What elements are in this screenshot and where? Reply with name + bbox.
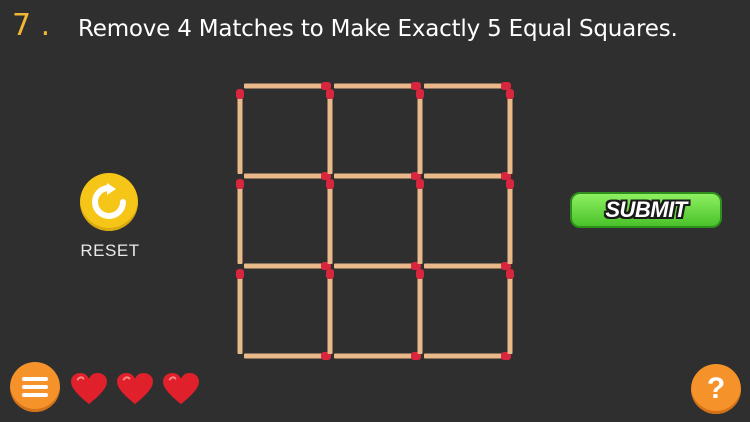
- submit-button[interactable]: SUBMIT: [570, 192, 722, 228]
- match-h-3-0[interactable]: [244, 352, 331, 360]
- match-v-0-2[interactable]: [416, 89, 424, 174]
- submit-label: SUBMIT: [605, 197, 687, 222]
- hamburger-menu-icon: [22, 377, 48, 397]
- match-v-1-0[interactable]: [236, 179, 244, 264]
- match-h-3-1[interactable]: [334, 352, 421, 360]
- heart-icon: [117, 372, 153, 405]
- match-h-1-2[interactable]: [424, 172, 511, 180]
- match-v-1-1[interactable]: [326, 179, 334, 264]
- match-h-2-0[interactable]: [244, 262, 331, 270]
- match-h-0-0[interactable]: [244, 82, 331, 90]
- match-v-1-2[interactable]: [416, 179, 424, 264]
- reset-arrow-icon: [92, 183, 126, 219]
- match-v-0-1[interactable]: [326, 89, 334, 174]
- match-h-1-0[interactable]: [244, 172, 331, 180]
- match-v-0-0[interactable]: [236, 89, 244, 174]
- match-v-2-3[interactable]: [506, 269, 514, 354]
- match-v-1-3[interactable]: [506, 179, 514, 264]
- heart-icon: [163, 372, 199, 405]
- match-v-2-2[interactable]: [416, 269, 424, 354]
- puzzle-instruction: Remove 4 Matches to Make Exactly 5 Equal…: [78, 16, 678, 42]
- match-v-0-3[interactable]: [506, 89, 514, 174]
- help-button[interactable]: ?: [691, 364, 741, 414]
- match-h-1-1[interactable]: [334, 172, 421, 180]
- reset-label: RESET: [80, 241, 140, 260]
- heart-icon: [71, 372, 107, 405]
- match-v-2-0[interactable]: [236, 269, 244, 354]
- match-h-3-2[interactable]: [424, 352, 511, 360]
- reset-control: RESET: [80, 173, 140, 261]
- match-h-2-2[interactable]: [424, 262, 511, 270]
- lives-display: [70, 372, 200, 406]
- level-number: 7 .: [12, 8, 51, 43]
- match-h-0-1[interactable]: [334, 82, 421, 90]
- match-v-2-1[interactable]: [326, 269, 334, 354]
- menu-button[interactable]: [10, 362, 60, 412]
- match-h-2-1[interactable]: [334, 262, 421, 270]
- match-h-0-2[interactable]: [424, 82, 511, 90]
- reset-button[interactable]: [80, 173, 138, 231]
